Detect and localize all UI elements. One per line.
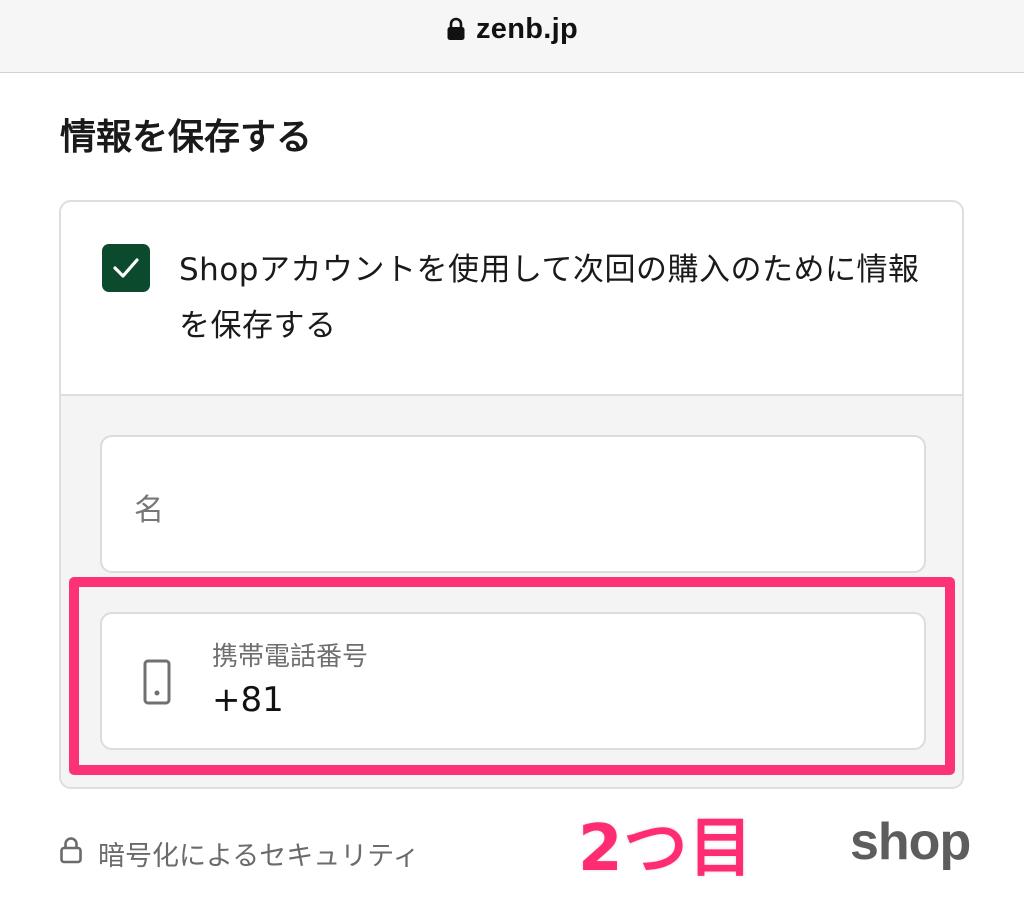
browser-address-bar[interactable]: zenb.jp [0, 0, 1024, 73]
security-note: 暗号化によるセキュリティ [98, 841, 420, 872]
shop-logo: shop [850, 813, 971, 871]
first-name-placeholder: 名 [134, 493, 164, 528]
annotation-highlight-box [69, 577, 955, 775]
checkmark-icon [113, 258, 139, 278]
url-display[interactable]: zenb.jp [0, 12, 1024, 46]
save-info-checkbox[interactable] [102, 244, 150, 292]
first-name-input[interactable]: 名 [100, 435, 926, 573]
lock-icon [447, 17, 465, 40]
lock-icon [60, 837, 82, 864]
save-info-option[interactable]: Shopアカウントを使用して次回の購入のために情報を保存する [61, 202, 962, 396]
url-text: zenb.jp [476, 12, 578, 45]
section-title: 情報を保存する [60, 117, 313, 158]
annotation-label: 2つ目 [576, 810, 755, 888]
save-info-checkbox-label[interactable]: Shopアカウントを使用して次回の購入のために情報を保存する [179, 242, 939, 354]
